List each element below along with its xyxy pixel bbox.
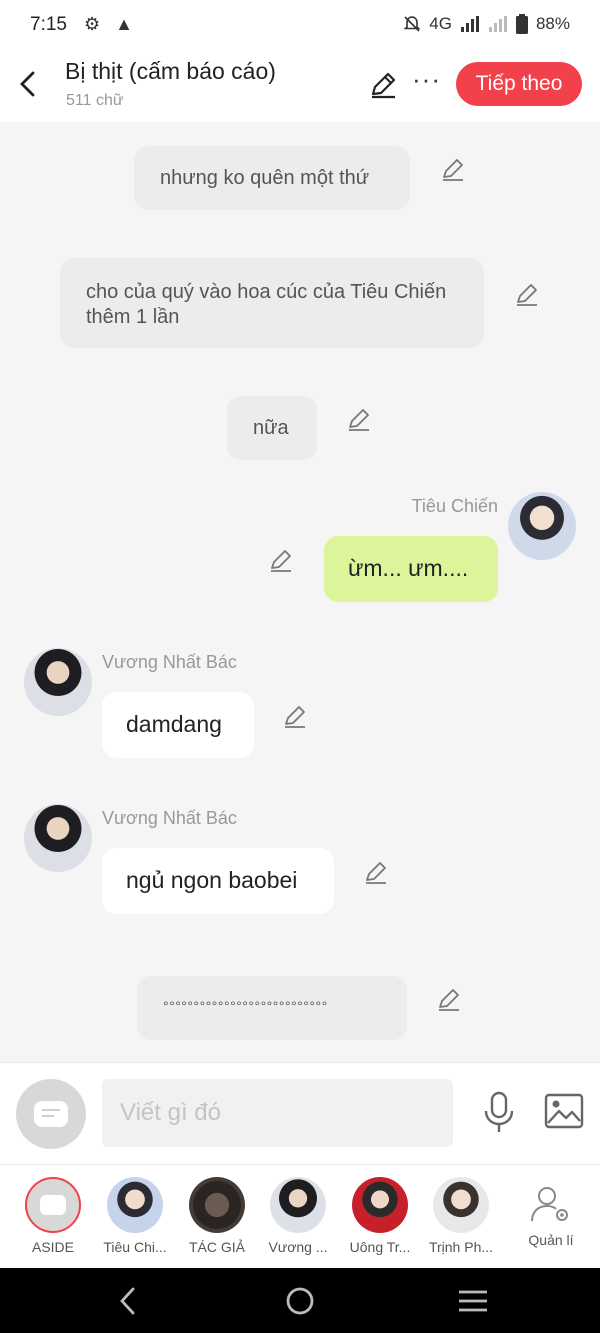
- chat-area[interactable]: nhưng ko quên một thứ cho của quý vào ho…: [0, 122, 600, 1062]
- nav-home-icon[interactable]: [280, 1284, 320, 1318]
- nav-back-icon[interactable]: [108, 1284, 148, 1318]
- message-text: °°°°°°°°°°°°°°°°°°°°°°°°°°°: [163, 998, 328, 1014]
- message-text: damdang: [126, 711, 222, 737]
- status-right: 4G 88%: [403, 14, 570, 34]
- chat-bubble-icon: [34, 1101, 68, 1127]
- message-text: cho của quý vào hoa cúc của Tiêu Chiến t…: [86, 281, 447, 328]
- character-label: Tiêu Chi...: [103, 1239, 167, 1255]
- status-bar: 7:15 ⚙ ▲ 4G 88%: [0, 0, 600, 50]
- message-bubble[interactable]: ngủ ngon baobei: [102, 848, 334, 914]
- nav-recents-icon[interactable]: [453, 1284, 493, 1318]
- story-title: Bị thịt (cấm báo cáo): [65, 58, 276, 84]
- manage-characters-button[interactable]: Quản lí: [510, 1175, 592, 1265]
- next-button[interactable]: Tiếp theo: [456, 62, 582, 106]
- message-text: ngủ ngon baobei: [126, 867, 298, 893]
- message-text: ừm... ưm....: [348, 555, 469, 581]
- status-time: 7:15: [30, 14, 67, 35]
- battery-level: 88%: [535, 14, 570, 33]
- character-label: Uông Tr...: [349, 1239, 411, 1255]
- aside-avatar: [25, 1177, 81, 1233]
- aside-toggle-button[interactable]: [16, 1079, 86, 1149]
- avatar: [107, 1177, 163, 1233]
- edit-story-button[interactable]: [368, 70, 398, 100]
- edit-message-icon[interactable]: [436, 987, 462, 1013]
- character-author[interactable]: TÁC GIẢ: [176, 1175, 258, 1265]
- narration-bubble[interactable]: nữa: [227, 396, 317, 460]
- sender-name: Vương Nhất Bác: [102, 652, 237, 672]
- character-bar: ASIDE Tiêu Chi... TÁC GIẢ Vương ... Uông…: [0, 1164, 600, 1268]
- character-vuong[interactable]: Vương ...: [257, 1175, 339, 1265]
- signal-weak-icon: [488, 16, 507, 32]
- character-label: TÁC GIẢ: [188, 1239, 245, 1255]
- message-text: nhưng ko quên một thứ: [160, 167, 370, 189]
- character-aside[interactable]: ASIDE: [12, 1175, 94, 1265]
- message-bubble[interactable]: damdang: [102, 692, 254, 758]
- pencil-icon: [371, 72, 396, 99]
- avatar: [352, 1177, 408, 1233]
- warning-icon: ▲: [115, 14, 133, 34]
- back-button[interactable]: [12, 66, 44, 102]
- word-count: 511 chữ: [66, 92, 124, 109]
- sender-name: Vương Nhất Bác: [102, 808, 237, 828]
- avatar[interactable]: [508, 492, 576, 560]
- edit-message-icon[interactable]: [268, 548, 294, 574]
- character-label: ASIDE: [31, 1239, 74, 1255]
- network-type: 4G: [429, 14, 452, 33]
- avatar: [189, 1177, 245, 1233]
- edit-message-icon[interactable]: [440, 157, 466, 183]
- chevron-left-icon: [20, 71, 35, 97]
- avatar: [270, 1177, 326, 1233]
- microphone-icon[interactable]: [480, 1091, 518, 1135]
- more-options-button[interactable]: ···: [412, 64, 441, 95]
- narration-bubble[interactable]: nhưng ko quên một thứ: [134, 146, 410, 210]
- signal-icon: [460, 16, 479, 32]
- message-bubble[interactable]: ừm... ưm....: [324, 536, 498, 602]
- edit-message-icon[interactable]: [282, 704, 308, 730]
- input-bar: [0, 1062, 600, 1164]
- narration-bubble[interactable]: cho của quý vào hoa cúc của Tiêu Chiến t…: [60, 258, 484, 348]
- battery-icon: [515, 14, 528, 34]
- sender-name: Tiêu Chiến: [411, 496, 498, 516]
- avatar: [433, 1177, 489, 1233]
- navigation-bar: [0, 1268, 600, 1333]
- narration-bubble[interactable]: °°°°°°°°°°°°°°°°°°°°°°°°°°°: [137, 976, 407, 1040]
- chat-bubble-icon: [40, 1195, 66, 1215]
- character-uong[interactable]: Uông Tr...: [339, 1175, 421, 1265]
- settings-icon: ⚙: [84, 14, 101, 34]
- notifications-off-icon: [403, 16, 421, 32]
- avatar[interactable]: [24, 804, 92, 872]
- status-left-icons: ⚙ ▲: [84, 14, 143, 35]
- character-trinh[interactable]: Trịnh Ph...: [420, 1175, 502, 1265]
- character-label: Vương ...: [268, 1239, 328, 1255]
- message-text: nữa: [253, 417, 289, 439]
- character-label: Quản lí: [528, 1232, 574, 1248]
- edit-message-icon[interactable]: [363, 860, 389, 886]
- user-settings-icon: [531, 1187, 568, 1222]
- edit-message-icon[interactable]: [514, 282, 540, 308]
- message-input[interactable]: [102, 1079, 453, 1147]
- character-label: Trịnh Ph...: [428, 1239, 494, 1255]
- header: Bị thịt (cấm báo cáo) 511 chữ ··· Tiếp t…: [0, 50, 600, 122]
- avatar[interactable]: [24, 648, 92, 716]
- edit-message-icon[interactable]: [346, 407, 372, 433]
- image-icon[interactable]: [544, 1093, 584, 1129]
- character-tieu-chien[interactable]: Tiêu Chi...: [94, 1175, 176, 1265]
- more-icon: ···: [412, 64, 441, 94]
